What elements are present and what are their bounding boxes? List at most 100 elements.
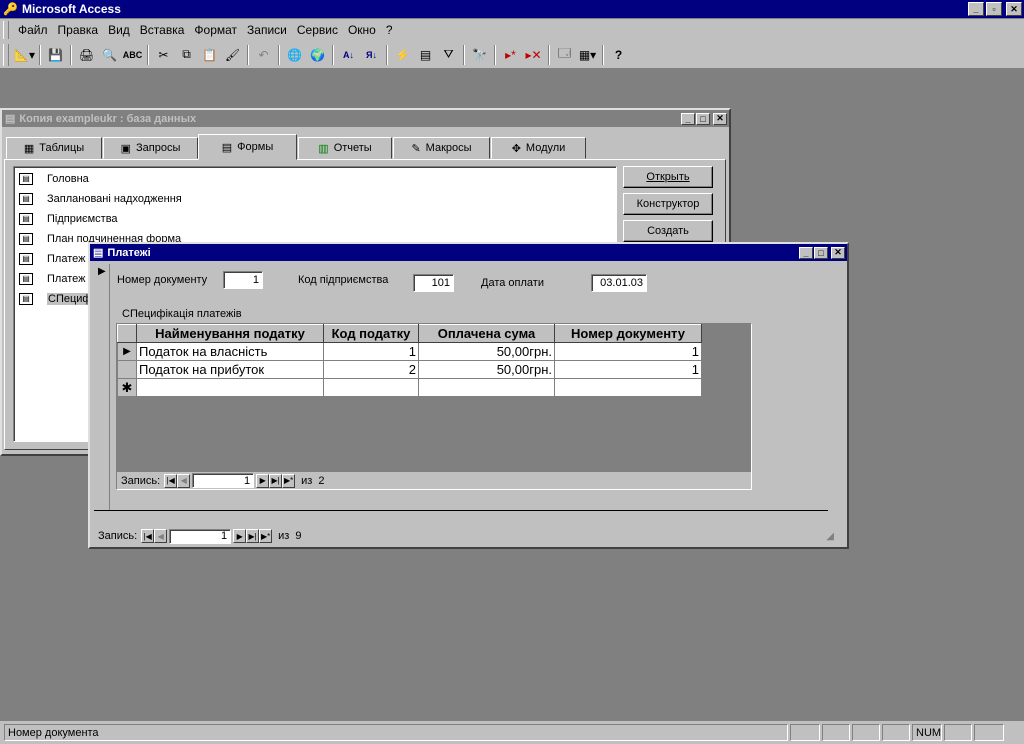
- create-button[interactable]: Создать: [623, 220, 713, 242]
- paste-icon[interactable]: 📋: [198, 44, 221, 66]
- minimize-button[interactable]: _: [799, 246, 813, 259]
- menu-window[interactable]: Окно: [343, 23, 381, 37]
- database-window-icon[interactable]: 🗔: [553, 44, 576, 66]
- web-toolbar-icon[interactable]: 🌍: [306, 44, 329, 66]
- record-number-field[interactable]: 1: [169, 528, 232, 544]
- column-header[interactable]: Номер документу: [554, 324, 702, 343]
- next-record-button[interactable]: ▶: [256, 473, 270, 488]
- new-record-icon[interactable]: ▸*: [499, 44, 522, 66]
- maximize-button[interactable]: □: [814, 246, 828, 259]
- format-painter-icon[interactable]: 🖌: [221, 44, 244, 66]
- menu-records[interactable]: Записи: [242, 23, 292, 37]
- table-cell[interactable]: Податок на прибуток: [136, 360, 324, 379]
- list-item[interactable]: ▤ Платеж: [19, 271, 85, 287]
- print-icon[interactable]: 🖨: [75, 44, 98, 66]
- maximize-button[interactable]: □: [696, 112, 710, 125]
- table-cell[interactable]: 2: [323, 360, 419, 379]
- toolbar-separator: [332, 44, 334, 65]
- spelling-icon[interactable]: ABC: [121, 44, 144, 66]
- table-cell[interactable]: [323, 378, 419, 397]
- restore-button[interactable]: ▫: [986, 2, 1002, 16]
- new-record-button[interactable]: ▶*: [259, 529, 273, 543]
- new-record-icon[interactable]: ✱: [117, 378, 137, 397]
- tab-forms[interactable]: ▤ Формы: [198, 134, 297, 160]
- menu-insert[interactable]: Вставка: [135, 23, 190, 37]
- menu-file[interactable]: Файл: [13, 23, 53, 37]
- open-button[interactable]: Открыть: [623, 166, 713, 188]
- delete-record-icon[interactable]: ▸✕: [522, 44, 545, 66]
- menu-format[interactable]: Формат: [189, 23, 242, 37]
- previous-record-button[interactable]: ◀: [154, 529, 168, 543]
- record-selector[interactable]: ▶: [94, 264, 110, 511]
- company-code-label: Код підприємства: [298, 274, 389, 286]
- list-item[interactable]: ▤ Заплановані надходження: [19, 191, 182, 207]
- sort-ascending-icon[interactable]: A↓: [337, 44, 360, 66]
- menu-view[interactable]: Вид: [103, 23, 135, 37]
- last-record-button[interactable]: ▶|: [269, 473, 283, 488]
- first-record-button[interactable]: |◀: [164, 473, 178, 488]
- row-selector-header[interactable]: [117, 324, 137, 343]
- list-item-label: Платеж: [47, 253, 86, 265]
- list-item[interactable]: ▤ СПециф: [19, 291, 93, 307]
- view-icon[interactable]: 📐▾: [13, 44, 36, 66]
- tab-modules[interactable]: ✥ Модули: [491, 137, 586, 159]
- first-record-button[interactable]: |◀: [141, 529, 155, 543]
- tab-macros[interactable]: ✎ Макросы: [393, 137, 490, 159]
- previous-record-button[interactable]: ◀: [177, 473, 191, 488]
- tab-reports[interactable]: ▥ Отчеты: [298, 137, 392, 159]
- copy-icon[interactable]: ⧉: [175, 44, 198, 66]
- apply-filter-icon[interactable]: ⛛: [437, 44, 460, 66]
- next-record-button[interactable]: ▶: [233, 529, 247, 543]
- menu-help[interactable]: ?: [381, 23, 398, 37]
- filter-by-selection-icon[interactable]: ⚡: [391, 44, 414, 66]
- save-icon[interactable]: 💾: [44, 44, 67, 66]
- design-button[interactable]: Конструктор: [623, 193, 713, 215]
- table-cell[interactable]: [136, 378, 324, 397]
- filter-by-form-icon[interactable]: ▤: [414, 44, 437, 66]
- find-icon[interactable]: 🔭: [468, 44, 491, 66]
- row-selector[interactable]: ▶: [117, 342, 137, 361]
- undo-icon[interactable]: ↶: [252, 44, 275, 66]
- print-preview-icon[interactable]: 🔍: [98, 44, 121, 66]
- column-header[interactable]: Код податку: [323, 324, 419, 343]
- record-of-label: из: [278, 530, 290, 542]
- column-header[interactable]: Найменування податку: [136, 324, 324, 343]
- table-cell[interactable]: 50,00грн.: [418, 360, 555, 379]
- minimize-button[interactable]: _: [968, 2, 984, 16]
- tab-tables[interactable]: ▦ Таблицы: [6, 137, 102, 159]
- cut-icon[interactable]: ✂: [152, 44, 175, 66]
- table-cell[interactable]: [554, 378, 702, 397]
- size-grip-icon[interactable]: ◢: [826, 531, 834, 542]
- new-object-icon[interactable]: ▦▾: [576, 44, 599, 66]
- hyperlink-icon[interactable]: 🌐: [283, 44, 306, 66]
- table-cell[interactable]: 1: [554, 360, 702, 379]
- close-button[interactable]: ✕: [713, 112, 727, 125]
- close-button[interactable]: ✕: [831, 246, 845, 259]
- doc-number-field[interactable]: 1: [223, 271, 263, 289]
- last-record-button[interactable]: ▶|: [246, 529, 260, 543]
- design-button-label: Конструктор: [636, 198, 700, 210]
- table-cell[interactable]: 1: [323, 342, 419, 361]
- company-code-field[interactable]: 101: [413, 274, 454, 292]
- table-cell[interactable]: 50,00грн.: [418, 342, 555, 361]
- minimize-button[interactable]: _: [681, 112, 695, 125]
- table-cell[interactable]: Податок на власність: [136, 342, 324, 361]
- table-cell[interactable]: [418, 378, 555, 397]
- menu-edit[interactable]: Правка: [53, 23, 104, 37]
- column-header[interactable]: Оплачена сума: [418, 324, 555, 343]
- close-button[interactable]: ✕: [1006, 2, 1022, 16]
- list-item[interactable]: ▤ Головна: [19, 171, 89, 187]
- list-item[interactable]: ▤ Платеж: [19, 251, 85, 267]
- menu-grip: [3, 21, 9, 39]
- table-cell[interactable]: 1: [554, 342, 702, 361]
- help-icon[interactable]: ?: [607, 44, 630, 66]
- pay-date-field[interactable]: 03.01.03: [591, 274, 647, 292]
- list-item-label: СПециф: [47, 293, 93, 305]
- list-item[interactable]: ▤ Підприємства: [19, 211, 118, 227]
- record-number-field[interactable]: 1: [192, 473, 255, 488]
- new-record-button[interactable]: ▶*: [282, 473, 296, 488]
- tab-queries[interactable]: ▣ Запросы: [103, 137, 198, 159]
- menu-tools[interactable]: Сервис: [292, 23, 343, 37]
- sort-descending-icon[interactable]: Я↓: [360, 44, 383, 66]
- row-selector[interactable]: [117, 360, 137, 379]
